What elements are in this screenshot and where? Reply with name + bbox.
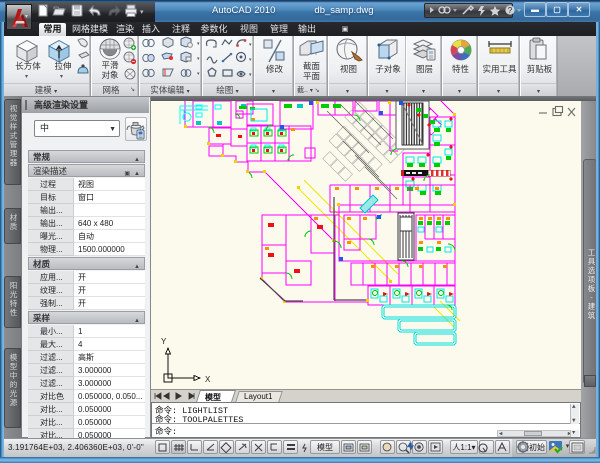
svg-text:▾: ▾ [249,42,252,48]
svg-text:X: X [205,375,211,384]
svg-text:▾: ▾ [249,72,252,78]
svg-text:▾: ▾ [197,41,200,47]
svg-text:▾: ▾ [249,57,252,63]
svg-text:?: ? [508,6,513,15]
svg-text:Y: Y [161,337,167,346]
svg-text:▾: ▾ [197,71,200,77]
svg-text:▾: ▾ [197,56,200,62]
